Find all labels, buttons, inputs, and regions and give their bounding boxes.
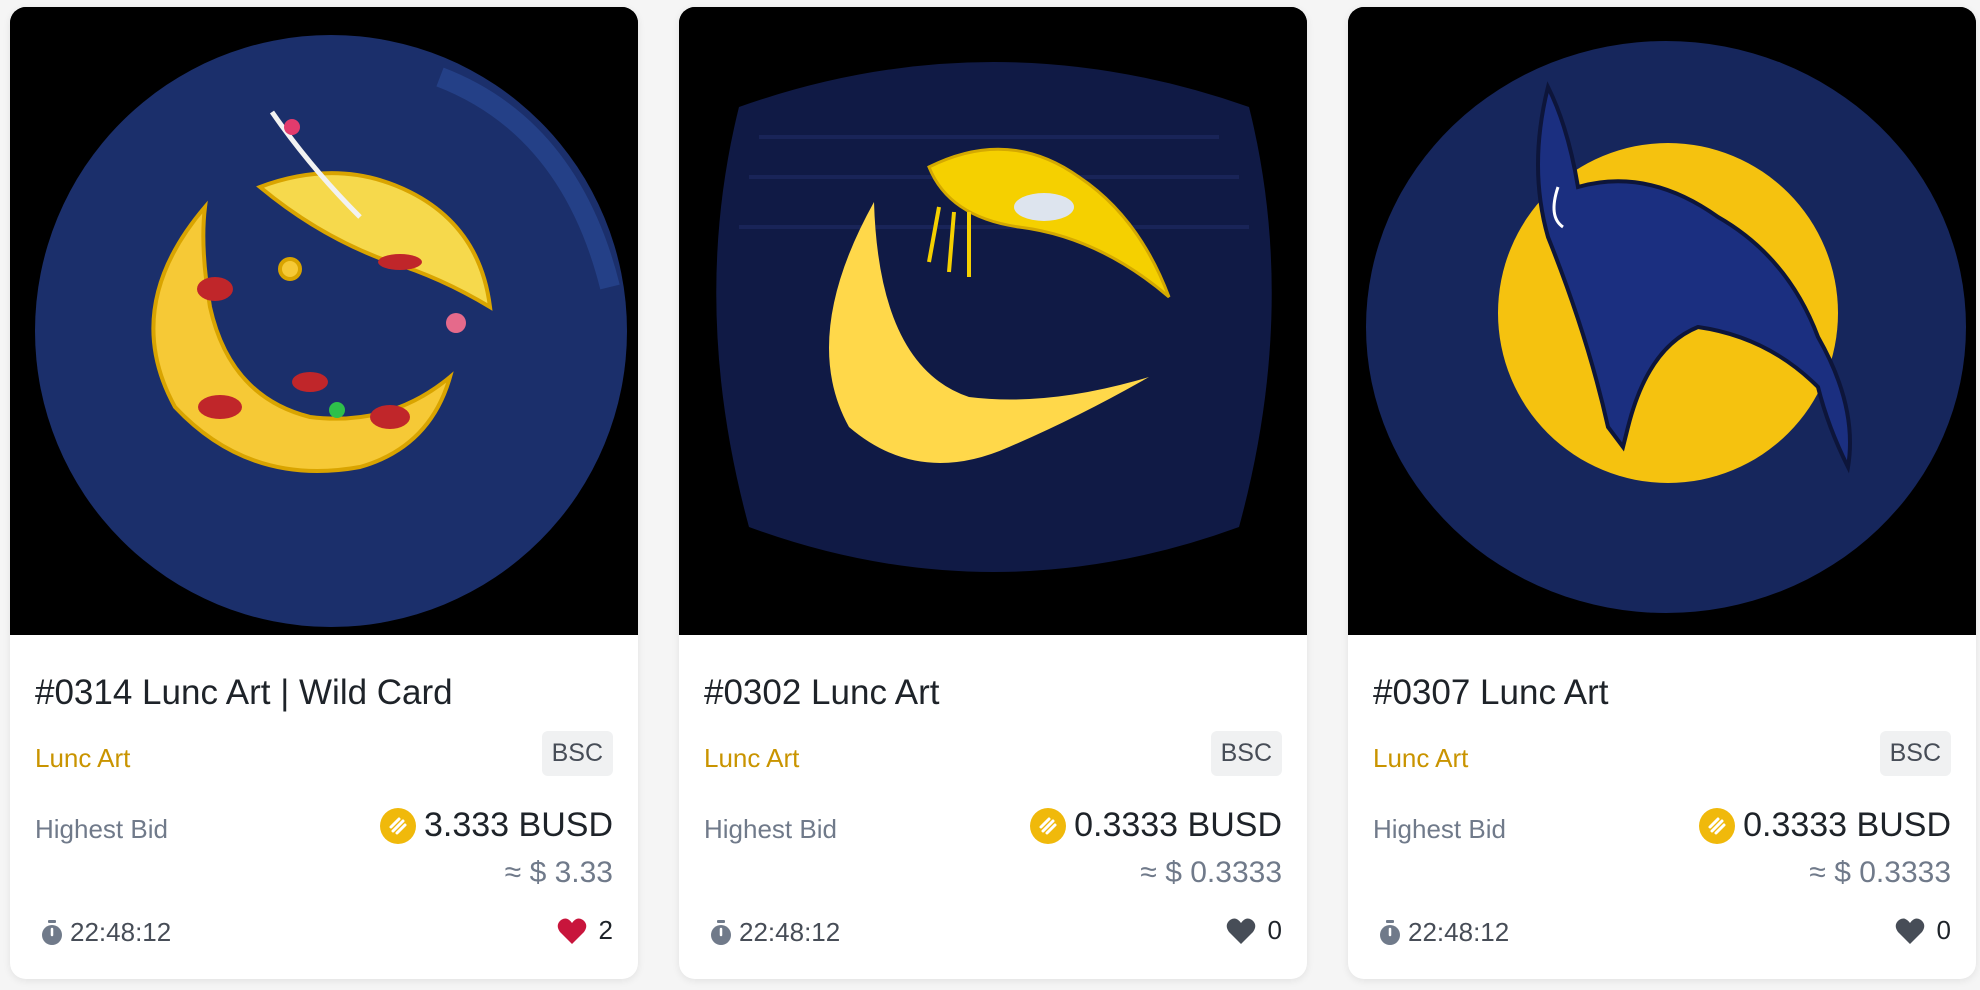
usd-equivalent: ≈ $ 3.33 (504, 856, 613, 889)
usd-equivalent: ≈ $ 0.3333 (1140, 856, 1282, 889)
countdown-value: 22:48:12 (739, 917, 841, 947)
busd-coin-icon (380, 807, 416, 844)
nft-artwork[interactable] (679, 7, 1307, 635)
chain-badge: BSC (541, 731, 613, 776)
countdown-value: 22:48:12 (1408, 917, 1510, 947)
nft-title[interactable]: #0314 Lunc Art | Wild Card (35, 673, 453, 713)
nft-card[interactable]: #0302 Lunc Art Lunc Art BSC Highest Bid … (679, 7, 1307, 979)
like-count: 2 (598, 915, 613, 945)
chain-badge: BSC (1879, 731, 1951, 776)
collection-link[interactable]: Lunc Art (1373, 743, 1468, 774)
usd-equivalent: ≈ $ 0.3333 (1809, 856, 1951, 889)
collection-link[interactable]: Lunc Art (704, 743, 799, 774)
countdown-timer: 22:48:12 (40, 917, 171, 948)
nft-card[interactable]: #0307 Lunc Art Lunc Art BSC Highest Bid … (1348, 7, 1976, 979)
heart-icon (1226, 918, 1255, 944)
price-value: 3.333 BUSD (380, 806, 613, 845)
countdown-timer: 22:48:12 (1378, 917, 1509, 948)
nft-title[interactable]: #0307 Lunc Art (1373, 673, 1608, 713)
stopwatch-icon (1380, 919, 1400, 945)
highest-bid-label: Highest Bid (1373, 814, 1506, 844)
like-button[interactable]: 0 (1226, 915, 1282, 946)
nft-title[interactable]: #0302 Lunc Art (704, 673, 939, 713)
price-amount: 0.3333 BUSD (1074, 806, 1282, 844)
heart-icon (1895, 918, 1924, 944)
like-button[interactable]: 0 (1895, 915, 1951, 946)
flea-moon-artwork (679, 7, 1307, 635)
price-value: 0.3333 BUSD (1030, 806, 1282, 845)
chain-badge: BSC (1210, 731, 1282, 776)
like-button[interactable]: 2 (557, 915, 613, 946)
stopwatch-icon (42, 919, 62, 945)
stopwatch-icon (711, 919, 731, 945)
countdown-value: 22:48:12 (70, 917, 172, 947)
highest-bid-label: Highest Bid (704, 814, 837, 844)
nft-card-grid: #0314 Lunc Art | Wild Card Lunc Art BSC … (0, 0, 1980, 990)
nft-artwork[interactable] (10, 7, 638, 635)
pizza-moon-artwork (10, 7, 638, 635)
like-count: 0 (1936, 915, 1951, 945)
nft-artwork[interactable] (1348, 7, 1976, 635)
price-amount: 0.3333 BUSD (1743, 806, 1951, 844)
nft-card[interactable]: #0314 Lunc Art | Wild Card Lunc Art BSC … (10, 7, 638, 979)
busd-coin-icon (1030, 807, 1067, 844)
countdown-timer: 22:48:12 (709, 917, 840, 948)
like-count: 0 (1267, 915, 1282, 945)
highest-bid-label: Highest Bid (35, 814, 168, 844)
price-amount: 3.333 BUSD (424, 806, 613, 844)
heart-icon (557, 918, 586, 944)
bull-moon-artwork (1348, 7, 1976, 635)
collection-link[interactable]: Lunc Art (35, 743, 130, 774)
busd-coin-icon (1699, 807, 1736, 844)
price-value: 0.3333 BUSD (1699, 806, 1951, 845)
